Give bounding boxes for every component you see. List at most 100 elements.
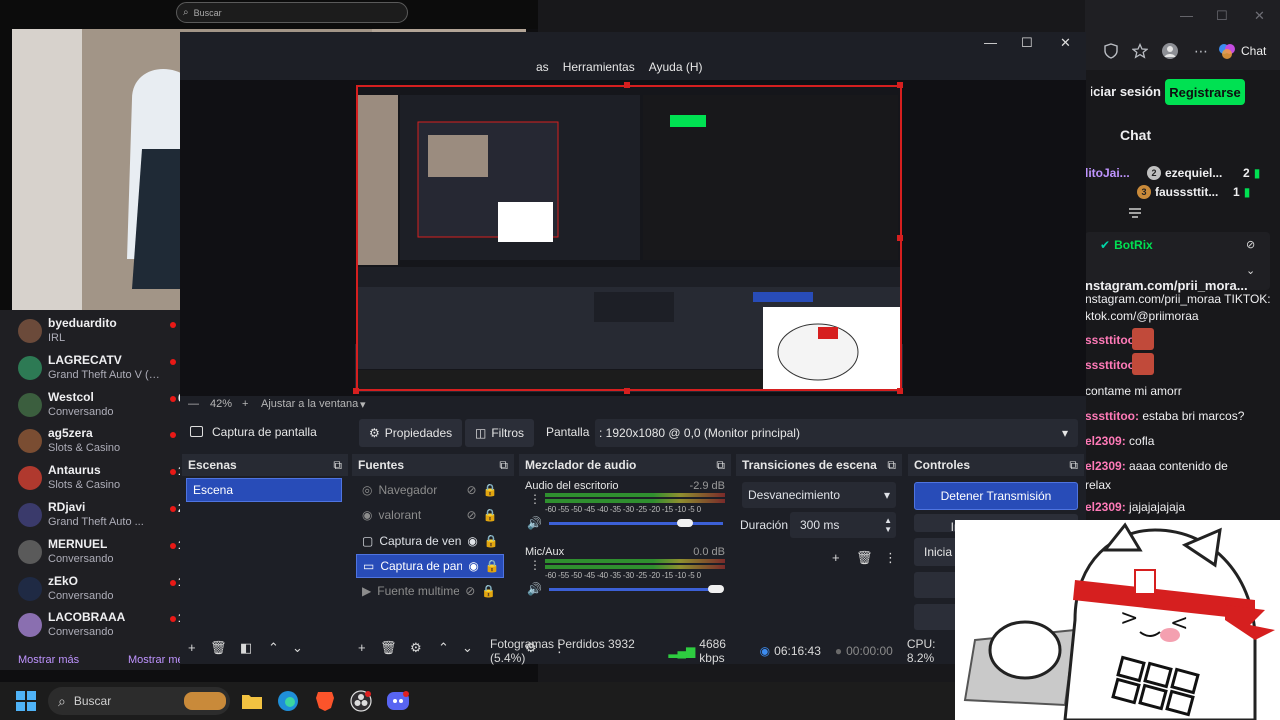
sidebar-channel[interactable]: LACOBRAAAConversando10,7 — [18, 610, 201, 644]
close-icon[interactable]: ✕ — [1060, 35, 1071, 51]
resize-handle[interactable] — [897, 235, 903, 241]
move-up-icon[interactable]: ⌃ — [268, 640, 279, 656]
brave-browser-icon[interactable] — [313, 689, 337, 713]
speaker-icon[interactable]: 🔊 — [527, 582, 542, 596]
zoom-fit-select[interactable]: Ajustar a la ventana — [261, 398, 358, 410]
undock-icon[interactable]: ⧉ — [716, 458, 725, 473]
chat-username[interactable]: sssttitoo: — [1085, 409, 1139, 423]
sidebar-channel[interactable]: RDjaviGrand Theft Auto ...27,1 — [18, 500, 201, 534]
stop-stream-button[interactable]: Detener Transmisión — [914, 482, 1078, 510]
filter-icon[interactable]: ◧ — [240, 640, 252, 656]
menu-item[interactable]: Ayuda (H) — [649, 60, 703, 74]
hide-pin-icon[interactable]: ⊘ — [1246, 238, 1255, 251]
show-less-link[interactable]: Mostrar menos — [128, 654, 180, 666]
maximize-icon[interactable]: ☐ — [1021, 35, 1033, 51]
chevron-down-icon[interactable]: ⌄ — [1246, 264, 1255, 277]
spin-arrows-icon[interactable]: ▲ ▼ — [884, 516, 892, 534]
register-button[interactable]: Registrarse — [1165, 79, 1245, 105]
chat-username[interactable]: el2309: — [1085, 434, 1126, 448]
preview-source-frame[interactable] — [356, 85, 902, 391]
favorites-icon[interactable] — [1129, 40, 1151, 62]
lock-icon[interactable]: 🔒 — [484, 534, 499, 548]
undock-icon[interactable]: ⧉ — [887, 458, 896, 473]
menu-item[interactable]: as — [536, 60, 549, 74]
minimize-icon[interactable]: — — [984, 35, 997, 50]
file-explorer-icon[interactable] — [240, 689, 264, 713]
obs-studio-icon[interactable] — [349, 689, 373, 713]
eye-off-icon[interactable]: ⊘ — [466, 508, 476, 522]
discord-icon[interactable] — [386, 689, 410, 713]
filters-button[interactable]: ◫ Filtros — [465, 419, 535, 447]
search-input[interactable]: ⌕ Buscar — [176, 2, 408, 23]
sidebar-channel[interactable]: WestcolConversando64,4 — [18, 389, 201, 424]
trash-icon[interactable]: 🗑 — [856, 550, 873, 566]
profile-icon[interactable] — [1159, 40, 1181, 62]
lock-icon[interactable]: 🔒 — [481, 584, 496, 598]
volume-slider-knob[interactable] — [676, 519, 693, 527]
sidebar-channel[interactable]: ag5zera Slots & Casino — [18, 426, 184, 460]
close-icon[interactable]: ✕ — [1254, 8, 1265, 24]
duration-spinbox[interactable]: 300 ms ▲ ▼ — [790, 512, 896, 538]
trash-icon[interactable]: 🗑 — [210, 640, 227, 656]
volume-slider-knob[interactable] — [708, 585, 725, 593]
chat-username[interactable]: sssttitoo: — [1085, 333, 1139, 347]
edge-browser-icon[interactable] — [276, 689, 300, 713]
sidebar-channel[interactable]: byeduardito IRL — [18, 316, 184, 350]
source-name: Navegador — [378, 483, 438, 497]
login-link[interactable]: Iniciar sesión — [1091, 84, 1161, 99]
resize-handle[interactable] — [897, 82, 903, 88]
properties-button[interactable]: ⚙ Propiedades — [359, 419, 463, 447]
resize-handle[interactable] — [624, 388, 630, 394]
speaker-icon[interactable]: 🔊 — [527, 516, 542, 530]
add-icon[interactable]: + — [832, 550, 840, 565]
sidebar-channel[interactable]: MERNUELConversando17 — [18, 537, 191, 571]
sidebar-channel[interactable]: AntaurusSlots & Casino1,9 — [18, 463, 195, 497]
more-options-icon[interactable]: ⋮ — [529, 492, 541, 506]
undock-icon[interactable]: ⧉ — [499, 458, 508, 473]
volume-slider[interactable] — [549, 522, 723, 525]
expand-icon[interactable] — [1128, 208, 1142, 218]
resize-handle[interactable] — [353, 388, 359, 394]
chat-username[interactable]: sssttitoo: — [1085, 358, 1139, 372]
eye-off-icon[interactable]: ⊘ — [466, 483, 476, 497]
source-item[interactable]: ▢ Captura de vent ◉ 🔒 — [356, 529, 504, 553]
shield-icon[interactable] — [1100, 40, 1122, 62]
scene-item[interactable]: Escena — [186, 478, 342, 502]
source-item[interactable]: ◎ Navegador ⊘ 🔒 — [356, 478, 504, 502]
sidebar-channel[interactable]: zEkOConversando11,5 — [18, 574, 201, 608]
taskbar-search[interactable]: ⌕ Buscar — [48, 687, 230, 715]
more-options-icon[interactable]: ⋮ — [529, 558, 541, 572]
copilot-chat-button[interactable]: Chat — [1218, 38, 1274, 64]
transition-select[interactable]: Desvanecimiento ▾ — [742, 482, 896, 508]
eye-off-icon[interactable]: ⊘ — [465, 584, 475, 598]
more-options-icon[interactable]: ⋯ — [1190, 40, 1212, 62]
windows-start-icon[interactable] — [16, 691, 36, 711]
maximize-icon[interactable]: ☐ — [1216, 8, 1228, 24]
source-item[interactable]: ◉ valorant ⊘ 🔒 — [356, 503, 504, 527]
zoom-in-icon[interactable]: + — [242, 398, 248, 410]
menu-item[interactable]: Herramientas — [563, 60, 635, 74]
lock-icon[interactable]: 🔒 — [485, 559, 500, 573]
lock-icon[interactable]: 🔒 — [483, 483, 498, 497]
source-item[interactable]: ▭ Captura de pant ◉ 🔒 — [356, 553, 504, 578]
undock-icon[interactable]: ⧉ — [333, 458, 342, 473]
eye-icon[interactable]: ◉ — [468, 559, 478, 573]
resize-handle[interactable] — [624, 82, 630, 88]
more-options-icon[interactable]: ⋮ — [884, 550, 897, 566]
chevron-down-icon[interactable]: ▾ — [360, 398, 366, 411]
show-more-link[interactable]: Mostrar más — [18, 654, 79, 666]
channel-name: Westcol — [48, 389, 94, 404]
volume-slider[interactable] — [549, 588, 723, 591]
lock-icon[interactable]: 🔒 — [483, 508, 498, 522]
source-item[interactable]: ▶ Fuente multime ⊘ 🔒 — [356, 579, 504, 603]
add-icon[interactable]: + — [188, 640, 196, 655]
minimize-icon[interactable]: — — [1180, 8, 1193, 23]
eye-icon[interactable]: ◉ — [467, 534, 477, 548]
monitor-select[interactable]: : 1920x1080 @ 0,0 (Monitor principal) ▾ — [595, 419, 1078, 447]
zoom-out-icon[interactable]: — — [188, 398, 199, 410]
sidebar-channel[interactable]: LAGRECATV Grand Theft Auto V (G... — [18, 353, 184, 387]
undock-icon[interactable]: ⧉ — [1069, 458, 1078, 473]
chat-username[interactable]: el2309: — [1085, 459, 1126, 473]
chat-username[interactable]: el2309: — [1085, 500, 1126, 514]
resize-handle[interactable] — [897, 388, 903, 394]
